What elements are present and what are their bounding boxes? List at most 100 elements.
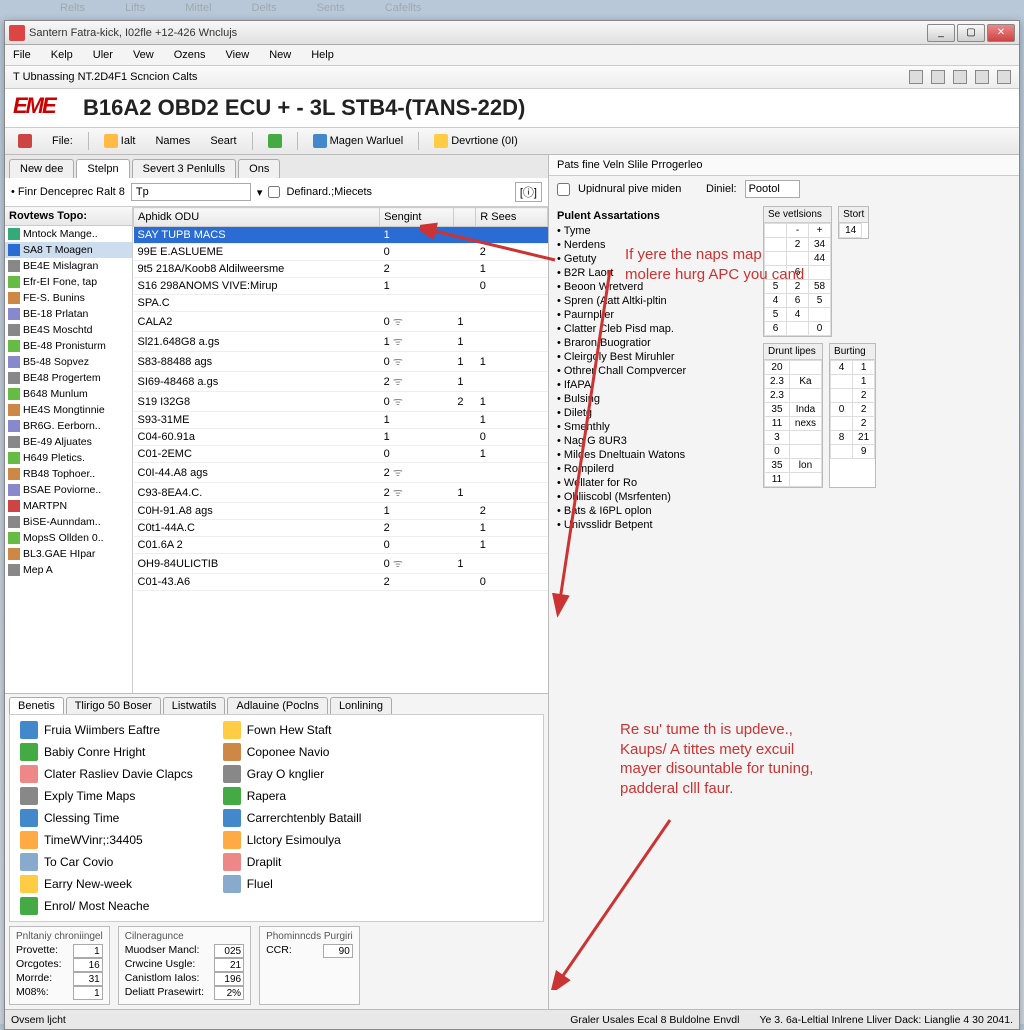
btab-2[interactable]: Listwatils [163,697,226,714]
table-row[interactable]: C01-2EMC01 [134,446,548,463]
tree-item[interactable]: MARTPN [5,498,132,514]
assoc-item[interactable]: Nerdens [557,238,751,252]
menu-new[interactable]: New [265,47,295,63]
tab-0[interactable]: New dee [9,159,74,178]
doc-icon[interactable] [953,70,967,84]
table-row[interactable]: S93-31ME11 [134,412,548,429]
menu-kelp[interactable]: Kelp [47,47,77,63]
quick-link[interactable]: Babiy Conre Hright [20,743,193,761]
tree-item[interactable]: Mep A [5,562,132,578]
quick-link[interactable]: Fluel [223,875,362,893]
quick-link[interactable]: To Car Covio [20,853,193,871]
table-row[interactable]: SPA.C [134,295,548,312]
tab-1[interactable]: Stelpn [76,159,129,178]
quick-link[interactable]: Gray O knglier [223,765,362,783]
assoc-item[interactable]: B2R Laort [557,266,751,280]
menu-vew[interactable]: Vew [129,47,158,63]
tree-item[interactable]: BE-18 Prlatan [5,306,132,322]
maximize-button[interactable]: ▢ [957,24,985,42]
tree-item[interactable]: RB48 Tophoer.. [5,466,132,482]
upd-checkbox[interactable] [557,183,570,196]
assoc-item[interactable]: Beoon Wretverd [557,280,751,294]
assoc-item[interactable]: Clatter Cleb Pisd map. [557,322,751,336]
tree-item[interactable]: BSAE Poviorne.. [5,482,132,498]
table-row[interactable]: C01-43.A620 [134,574,548,591]
table-row[interactable]: S16 298ANOMS VIVE:Mirup10 [134,278,548,295]
tree-item[interactable]: B5-48 Sopvez [5,354,132,370]
refresh-button[interactable] [261,131,289,151]
table-row[interactable]: C01.6A 201 [134,537,548,554]
assoc-item[interactable]: Tyme [557,224,751,238]
assoc-item[interactable]: Getuty [557,252,751,266]
tree-item[interactable]: H649 Pletics. [5,450,132,466]
table-row[interactable]: 9t5 218A/Koob8 Aldilweersme21 [134,261,548,278]
quick-link[interactable]: Earry New-week [20,875,193,893]
quick-link[interactable]: Fruia Wiimbers Eaftre [20,721,193,739]
btab-3[interactable]: Adlauine (Poclns [227,697,328,714]
tree-item[interactable]: Mntock Mange.. [5,226,132,242]
tree-item[interactable]: BR6G. Eerborn.. [5,418,132,434]
tab-2[interactable]: Severt 3 Penlulls [132,159,237,178]
tree-item[interactable]: HE4S Mongtinnie [5,402,132,418]
assoc-item[interactable]: Othrer Chall Compvercer [557,364,751,378]
quick-link[interactable]: Enrol/ Most Neache [20,897,193,915]
quick-link[interactable]: Rapera [223,787,362,805]
assoc-item[interactable]: Ohliiscobl (Msrfenten) [557,490,751,504]
data-grid[interactable]: Aphidk ODUSengintR SeesSAY TUPB MACS199E… [133,207,548,693]
quick-link[interactable]: Carrerchtenbly Bataill [223,809,362,827]
table-row[interactable]: C93-8EA4.C.2 ᯤ1 [134,483,548,503]
table-row[interactable]: SI69-48468 a.gs2 ᯤ1 [134,372,548,392]
file-tool-button[interactable]: File: [45,132,80,150]
filter-dropdown[interactable] [131,183,251,201]
assoc-item[interactable]: Braron Buogratior [557,336,751,350]
tree-item[interactable]: BE-48 Pronisturm [5,338,132,354]
names-button[interactable]: Names [148,132,197,150]
close-button[interactable]: ✕ [987,24,1015,42]
tree-item[interactable]: BE48 Progertem [5,370,132,386]
tree-item[interactable]: B648 Munlum [5,386,132,402]
quick-link[interactable]: Clessing Time [20,809,193,827]
assoc-item[interactable]: Diletg [557,406,751,420]
assoc-item[interactable]: Bats & I6PL oplon [557,504,751,518]
assoc-item[interactable]: Paurnpller [557,308,751,322]
assoc-item[interactable]: Bulsing [557,392,751,406]
magen-button[interactable]: Magen Warluel [306,131,411,151]
tree-item[interactable]: FE-S. Bunins [5,290,132,306]
menu-uler[interactable]: Uler [89,47,117,63]
btab-0[interactable]: Benetis [9,697,64,714]
assoc-item[interactable]: Nag G 8UR3 [557,434,751,448]
assoc-item[interactable]: Smenthly [557,420,751,434]
btab-1[interactable]: Tlirigo 50 Boser [66,697,161,714]
table-row[interactable]: 99E E.ASLUEME02 [134,244,548,261]
quick-link[interactable]: Coponee Navio [223,743,362,761]
table-row[interactable]: S19 I32G80 ᯤ21 [134,392,548,412]
assoc-item[interactable]: Univsslidr Betpent [557,518,751,532]
table-row[interactable]: C0t1-44A.C21 [134,520,548,537]
def-checkbox[interactable] [268,186,280,198]
table-row[interactable]: C0I-44.A8 ags2 ᯤ [134,463,548,483]
quick-link[interactable]: Llctory Esimoulya [223,831,362,849]
table-row[interactable]: C04-60.91a10 [134,429,548,446]
tree-item[interactable]: BE4S Moschtd [5,322,132,338]
tree-item[interactable]: BiSE-Aunndam.. [5,514,132,530]
minimize-button[interactable]: _ [927,24,955,42]
btab-4[interactable]: Lonlining [330,697,392,714]
pool-input[interactable] [745,180,800,198]
quick-link[interactable]: Clater Rasliev Davie Clapcs [20,765,193,783]
seart-button[interactable]: Seart [203,132,243,150]
table-row[interactable]: SAY TUPB MACS1 [134,227,548,244]
table-row[interactable]: CALA20 ᯤ1 [134,312,548,332]
quick-link[interactable]: Fown Hew Staft [223,721,362,739]
menu-file[interactable]: File [9,47,35,63]
tree-item[interactable]: BE4E Mislagran [5,258,132,274]
grid-icon[interactable] [975,70,989,84]
quick-link[interactable]: Exply Time Maps [20,787,193,805]
menu-help[interactable]: Help [307,47,338,63]
assoc-item[interactable]: Rompilerd [557,462,751,476]
assoc-item[interactable]: Wellater for Ro [557,476,751,490]
tree-item[interactable]: Efr-EI Fone, tap [5,274,132,290]
table-row[interactable]: C0H-91.A8 ags12 [134,503,548,520]
phone-icon[interactable] [909,70,923,84]
assoc-item[interactable]: Cleirgoly Best Miruhler [557,350,751,364]
tree-item[interactable]: SA8 T Moagen [5,242,132,258]
